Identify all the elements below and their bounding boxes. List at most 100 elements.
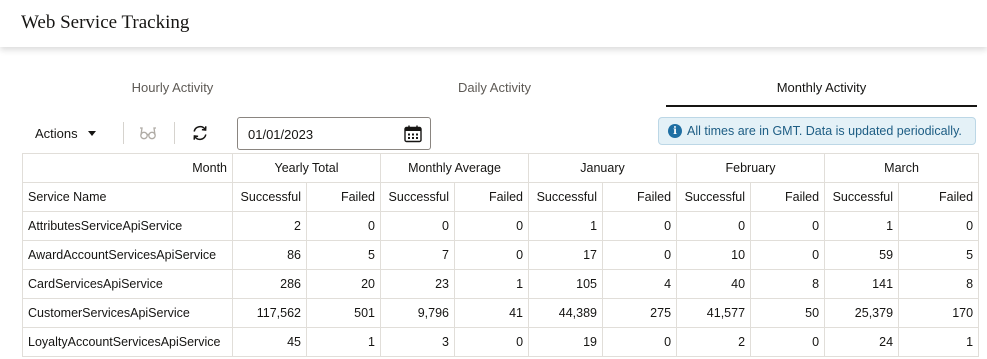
successful-header[interactable]: Successful	[528, 182, 604, 212]
view-button[interactable]	[135, 120, 161, 146]
failed-count-cell: 0	[453, 211, 530, 241]
failed-header[interactable]: Failed	[306, 182, 381, 212]
successful-header[interactable]: Successful	[676, 182, 752, 212]
info-icon: i	[668, 124, 682, 138]
service-name-cell: CustomerServicesApiService	[22, 298, 233, 328]
calendar-icon[interactable]	[403, 124, 423, 144]
table-row[interactable]: LoyaltyAccountServicesApiService 45 1 3 0 19 0…	[22, 327, 980, 357]
service-name-cell: AttributesServiceApiService	[22, 211, 233, 241]
tab-monthly-activity[interactable]: Monthly Activity	[666, 70, 977, 107]
tab-hourly-activity[interactable]: Hourly Activity	[22, 70, 323, 107]
table-row[interactable]: AttributesServiceApiService 2 0 0 0 1 0 0 0 1 0	[22, 211, 980, 241]
toolbar: Actions 01/01/2023 i All times are in GM…	[0, 116, 987, 150]
failed-count-cell: 4	[602, 269, 678, 299]
failed-header[interactable]: Failed	[898, 182, 980, 212]
failed-count-cell: 170	[898, 298, 980, 328]
failed-count-cell: 1	[898, 327, 980, 357]
successful-count-cell: 117,562	[232, 298, 307, 328]
successful-header[interactable]: Successful	[824, 182, 900, 212]
group-header-january: January	[528, 153, 678, 183]
successful-count-cell: 23	[380, 269, 455, 299]
failed-count-cell: 0	[750, 211, 826, 241]
app-header: Web Service Tracking	[0, 0, 987, 47]
failed-count-cell: 1	[306, 327, 381, 357]
successful-count-cell: 0	[380, 211, 455, 241]
failed-count-cell: 5	[898, 240, 980, 270]
failed-header[interactable]: Failed	[602, 182, 678, 212]
failed-count-cell: 20	[306, 269, 381, 299]
successful-count-cell: 59	[824, 240, 900, 270]
successful-count-cell: 17	[528, 240, 604, 270]
successful-header[interactable]: Successful	[232, 182, 307, 212]
group-header-monthly-average: Monthly Average	[379, 153, 530, 183]
failed-count-cell: 5	[306, 240, 381, 270]
service-name-cell: LoyaltyAccountServicesApiService	[22, 327, 233, 357]
successful-count-cell: 40	[676, 269, 752, 299]
group-header-yearly-total: Yearly Total	[232, 153, 381, 183]
successful-count-cell: 0	[676, 211, 752, 241]
failed-count-cell: 0	[750, 240, 826, 270]
toolbar-divider	[123, 122, 124, 144]
service-name-cell: CardServicesApiService	[22, 269, 233, 299]
table-row[interactable]: CustomerServicesApiService 117,562 501 9,79…	[22, 298, 980, 328]
actions-menu-button[interactable]: Actions	[28, 120, 103, 146]
group-header-row: Month Yearly Total Monthly Average Janua…	[22, 153, 980, 183]
successful-count-cell: 86	[232, 240, 307, 270]
service-name-header[interactable]: Service Name	[22, 182, 233, 212]
successful-count-cell: 286	[232, 269, 307, 299]
caret-down-icon	[87, 130, 96, 136]
failed-count-cell: 501	[306, 298, 381, 328]
date-picker[interactable]	[237, 117, 431, 150]
successful-count-cell: 1	[824, 211, 900, 241]
successful-count-cell: 141	[824, 269, 900, 299]
failed-count-cell: 50	[750, 298, 826, 328]
failed-count-cell: 0	[602, 211, 678, 241]
successful-header[interactable]: Successful	[380, 182, 455, 212]
page-title: Web Service Tracking	[21, 12, 190, 33]
monthly-activity-table: Month Yearly Total Monthly Average Janua…	[22, 153, 980, 357]
failed-count-cell: 41	[453, 298, 530, 328]
service-name-cell: AwardAccountServicesApiService	[22, 240, 233, 270]
failed-count-cell: 0	[602, 240, 678, 270]
failed-count-cell: 8	[898, 269, 980, 299]
info-banner: i All times are in GMT. Data is updated …	[658, 117, 976, 145]
date-input[interactable]	[248, 125, 398, 143]
failed-count-cell: 0	[453, 327, 530, 357]
view-glasses-icon	[140, 127, 156, 140]
tab-daily-activity[interactable]: Daily Activity	[344, 70, 645, 107]
failed-count-cell: 0	[898, 211, 980, 241]
month-header: Month	[22, 153, 233, 183]
refresh-icon	[193, 125, 207, 141]
column-header-row: Service Name Successful Failed Successfu…	[22, 182, 980, 212]
failed-count-cell: 275	[602, 298, 678, 328]
group-header-february: February	[676, 153, 826, 183]
successful-count-cell: 41,577	[676, 298, 752, 328]
table-row[interactable]: CardServicesApiService 286 20 23 1 105 4 40 8 141…	[22, 269, 980, 299]
failed-count-cell: 0	[602, 327, 678, 357]
successful-count-cell: 1	[528, 211, 604, 241]
failed-count-cell: 0	[750, 327, 826, 357]
toolbar-divider	[174, 122, 175, 144]
failed-header[interactable]: Failed	[750, 182, 826, 212]
successful-count-cell: 2	[232, 211, 307, 241]
successful-count-cell: 44,389	[528, 298, 604, 328]
activity-tabs: Hourly Activity Daily Activity Monthly A…	[0, 70, 987, 108]
failed-count-cell: 0	[453, 240, 530, 270]
table-row[interactable]: AwardAccountServicesApiService 86 5 7 0 17 0 10…	[22, 240, 980, 270]
successful-count-cell: 2	[676, 327, 752, 357]
group-header-march: March	[824, 153, 980, 183]
successful-count-cell: 10	[676, 240, 752, 270]
successful-count-cell: 9,796	[380, 298, 455, 328]
info-message: All times are in GMT. Data is updated pe…	[687, 124, 962, 138]
actions-label: Actions	[35, 125, 78, 141]
table-body: AttributesServiceApiService 2 0 0 0 1 0 0 0 1 0 Awa…	[22, 211, 980, 357]
failed-count-cell: 8	[750, 269, 826, 299]
successful-count-cell: 105	[528, 269, 604, 299]
refresh-button[interactable]	[187, 120, 213, 146]
successful-count-cell: 25,379	[824, 298, 900, 328]
failed-header[interactable]: Failed	[453, 182, 530, 212]
failed-count-cell: 1	[453, 269, 530, 299]
failed-count-cell: 0	[306, 211, 381, 241]
successful-count-cell: 7	[380, 240, 455, 270]
successful-count-cell: 19	[528, 327, 604, 357]
